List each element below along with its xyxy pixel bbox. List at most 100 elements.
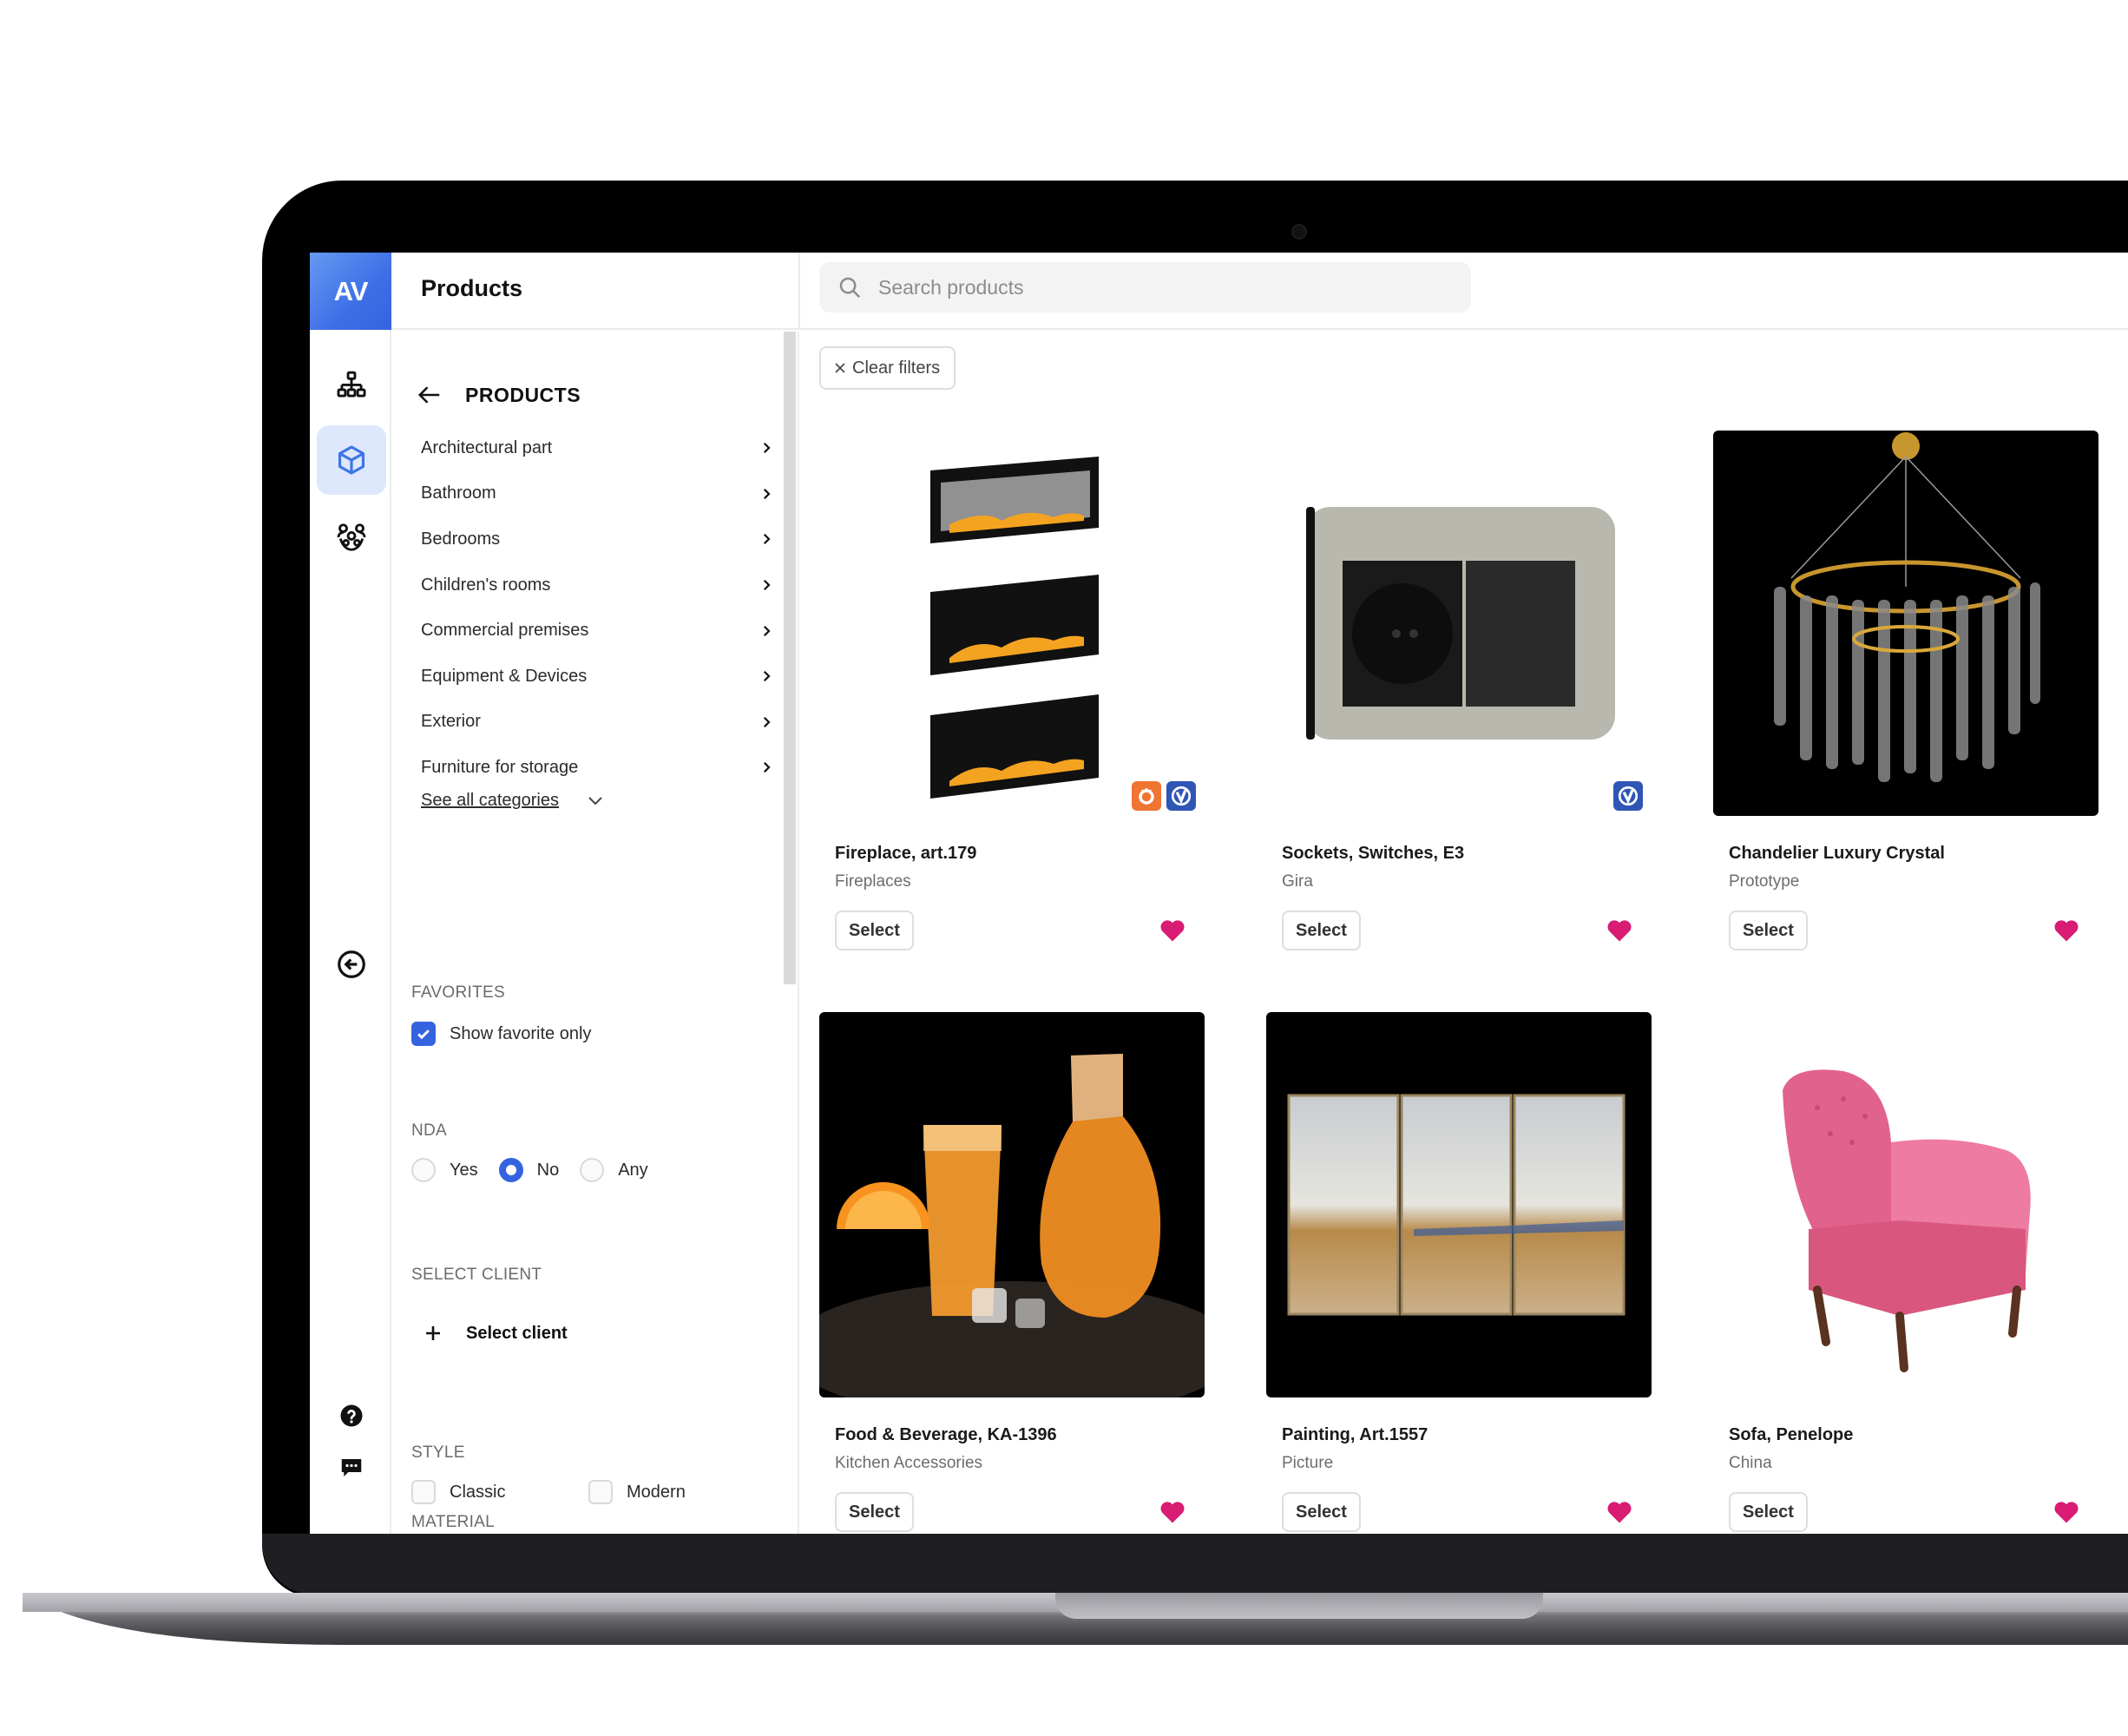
select-client-button[interactable]: Select client [423, 1323, 568, 1344]
product-name[interactable]: Fireplace, art.179 [835, 844, 1205, 864]
category-item[interactable]: Furniture for storage [392, 745, 774, 791]
rail-item-structure[interactable] [317, 352, 386, 421]
favorite-only-checkbox[interactable] [411, 1022, 436, 1046]
select-button[interactable]: Select [835, 911, 914, 950]
product-card: Fireplace, art.179 Fireplaces Select [819, 431, 1205, 952]
favorite-only-label: Show favorite only [450, 1023, 592, 1043]
select-button[interactable]: Select [1729, 1492, 1808, 1532]
select-button[interactable]: Select [835, 1492, 914, 1532]
heart-icon[interactable] [2053, 918, 2079, 943]
category-item[interactable]: Children's rooms [392, 562, 774, 608]
category-item[interactable]: Equipment & Devices [392, 654, 774, 700]
product-card: Chandelier Luxury Crystal Prototype Sele… [1713, 431, 2098, 952]
rail-item-team[interactable] [317, 503, 386, 572]
select-client-label: SELECT CLIENT [411, 1266, 542, 1284]
nda-radio-group: Yes No Any [411, 1158, 669, 1182]
category-item[interactable]: Bedrooms [392, 516, 774, 562]
chevron-right-icon [763, 716, 771, 727]
chevron-right-icon [763, 762, 771, 773]
heart-icon[interactable] [1606, 1500, 1632, 1524]
category-item[interactable]: Exterior [392, 700, 774, 746]
panel-scrollbar[interactable] [784, 332, 796, 984]
armchair-image [1783, 1069, 2031, 1372]
select-button[interactable]: Select [1282, 1492, 1361, 1532]
favorite-only-option[interactable]: Show favorite only [411, 1022, 591, 1046]
categories-title: PRODUCTS [465, 383, 581, 406]
back-arrow-icon[interactable] [417, 382, 443, 408]
search-input[interactable] [878, 275, 1399, 299]
clear-filters-button[interactable]: Clear filters [819, 346, 956, 390]
nda-radio-yes[interactable] [411, 1158, 436, 1182]
team-icon [337, 523, 366, 551]
product-name[interactable]: Chandelier Luxury Crystal [1729, 844, 2098, 864]
category-label: Equipment & Devices [421, 666, 588, 686]
app-screen: AV Products Search products PRODUCTS Arc… [310, 253, 2128, 1534]
style-modern-checkbox[interactable] [588, 1480, 613, 1504]
chevron-right-icon [763, 580, 771, 591]
heart-icon[interactable] [1606, 918, 1632, 943]
filter-panel: PRODUCTS Architectural part Bathroom Bed… [392, 332, 799, 1534]
nda-option-label: Yes [450, 1160, 478, 1180]
product-image-painting[interactable] [1266, 1012, 1652, 1397]
style-classic-checkbox[interactable] [411, 1480, 436, 1504]
search-bar[interactable] [819, 262, 1471, 312]
app-logo[interactable]: AV [310, 253, 391, 330]
close-icon [835, 363, 845, 373]
drinks-image [819, 1054, 1205, 1397]
nda-label: NDA [411, 1121, 448, 1140]
style-option-classic[interactable]: Classic [411, 1480, 505, 1504]
nda-option-no[interactable]: No [498, 1158, 560, 1182]
check-icon [417, 1029, 430, 1040]
render-badges [1132, 781, 1196, 811]
search-icon [839, 277, 861, 299]
product-image-socket[interactable] [1266, 431, 1652, 816]
style-option-modern[interactable]: Modern [588, 1480, 686, 1504]
nda-radio-no[interactable] [498, 1158, 523, 1182]
style-option-label: Classic [450, 1482, 506, 1502]
category-item[interactable]: Commercial premises [392, 608, 774, 654]
chevron-right-icon [763, 488, 771, 499]
category-item[interactable]: Bathroom [392, 471, 774, 517]
style-label: STYLE [411, 1443, 465, 1462]
nda-radio-any[interactable] [580, 1158, 605, 1182]
select-button[interactable]: Select [1729, 911, 1808, 950]
nda-option-yes[interactable]: Yes [411, 1158, 478, 1182]
painting-image [1287, 1094, 1626, 1316]
chat-button[interactable] [317, 1433, 386, 1503]
see-all-categories[interactable]: See all categories [421, 790, 606, 811]
circle-arrow-left-icon [338, 950, 365, 978]
product-image-armchair[interactable] [1713, 1012, 2098, 1397]
product-category: Picture [1282, 1454, 1334, 1472]
product-name[interactable]: Painting, Art.1557 [1282, 1425, 1652, 1445]
heart-icon[interactable] [2053, 1500, 2079, 1524]
product-image-drinks[interactable] [819, 1012, 1205, 1397]
product-name[interactable]: Sofa, Penelope [1729, 1425, 2098, 1445]
heart-icon[interactable] [1159, 918, 1186, 943]
vray-icon [1171, 786, 1192, 806]
product-name[interactable]: Sockets, Switches, E3 [1282, 844, 1652, 864]
product-name[interactable]: Food & Beverage, KA-1396 [835, 1425, 1205, 1445]
select-client-text: Select client [466, 1323, 568, 1343]
category-item[interactable]: Architectural part [392, 425, 774, 471]
categories-header: PRODUCTS [417, 382, 581, 408]
nda-option-label: No [536, 1160, 560, 1180]
product-image-chandelier[interactable] [1713, 431, 2098, 816]
camera-dot [1291, 224, 1307, 240]
product-category: Fireplaces [835, 872, 911, 891]
collapse-sidebar-button[interactable] [317, 930, 386, 999]
favorites-label: FAVORITES [411, 983, 505, 1002]
chandelier-image [1774, 432, 2040, 782]
see-all-categories-link[interactable]: See all categories [421, 791, 559, 811]
cube-icon [338, 445, 365, 475]
clear-filters-label: Clear filters [852, 358, 941, 378]
socket-image [1306, 507, 1615, 740]
product-image-fireplace[interactable] [819, 431, 1205, 816]
category-list: Architectural part Bathroom Bedrooms Chi… [392, 425, 774, 791]
top-bar: Products [391, 253, 2128, 330]
heart-icon[interactable] [1159, 1500, 1186, 1524]
rail-item-products[interactable] [317, 425, 386, 495]
select-button[interactable]: Select [1282, 911, 1361, 950]
vray-badge [1613, 781, 1643, 811]
nda-option-any[interactable]: Any [580, 1158, 648, 1182]
vray-badge [1166, 781, 1196, 811]
